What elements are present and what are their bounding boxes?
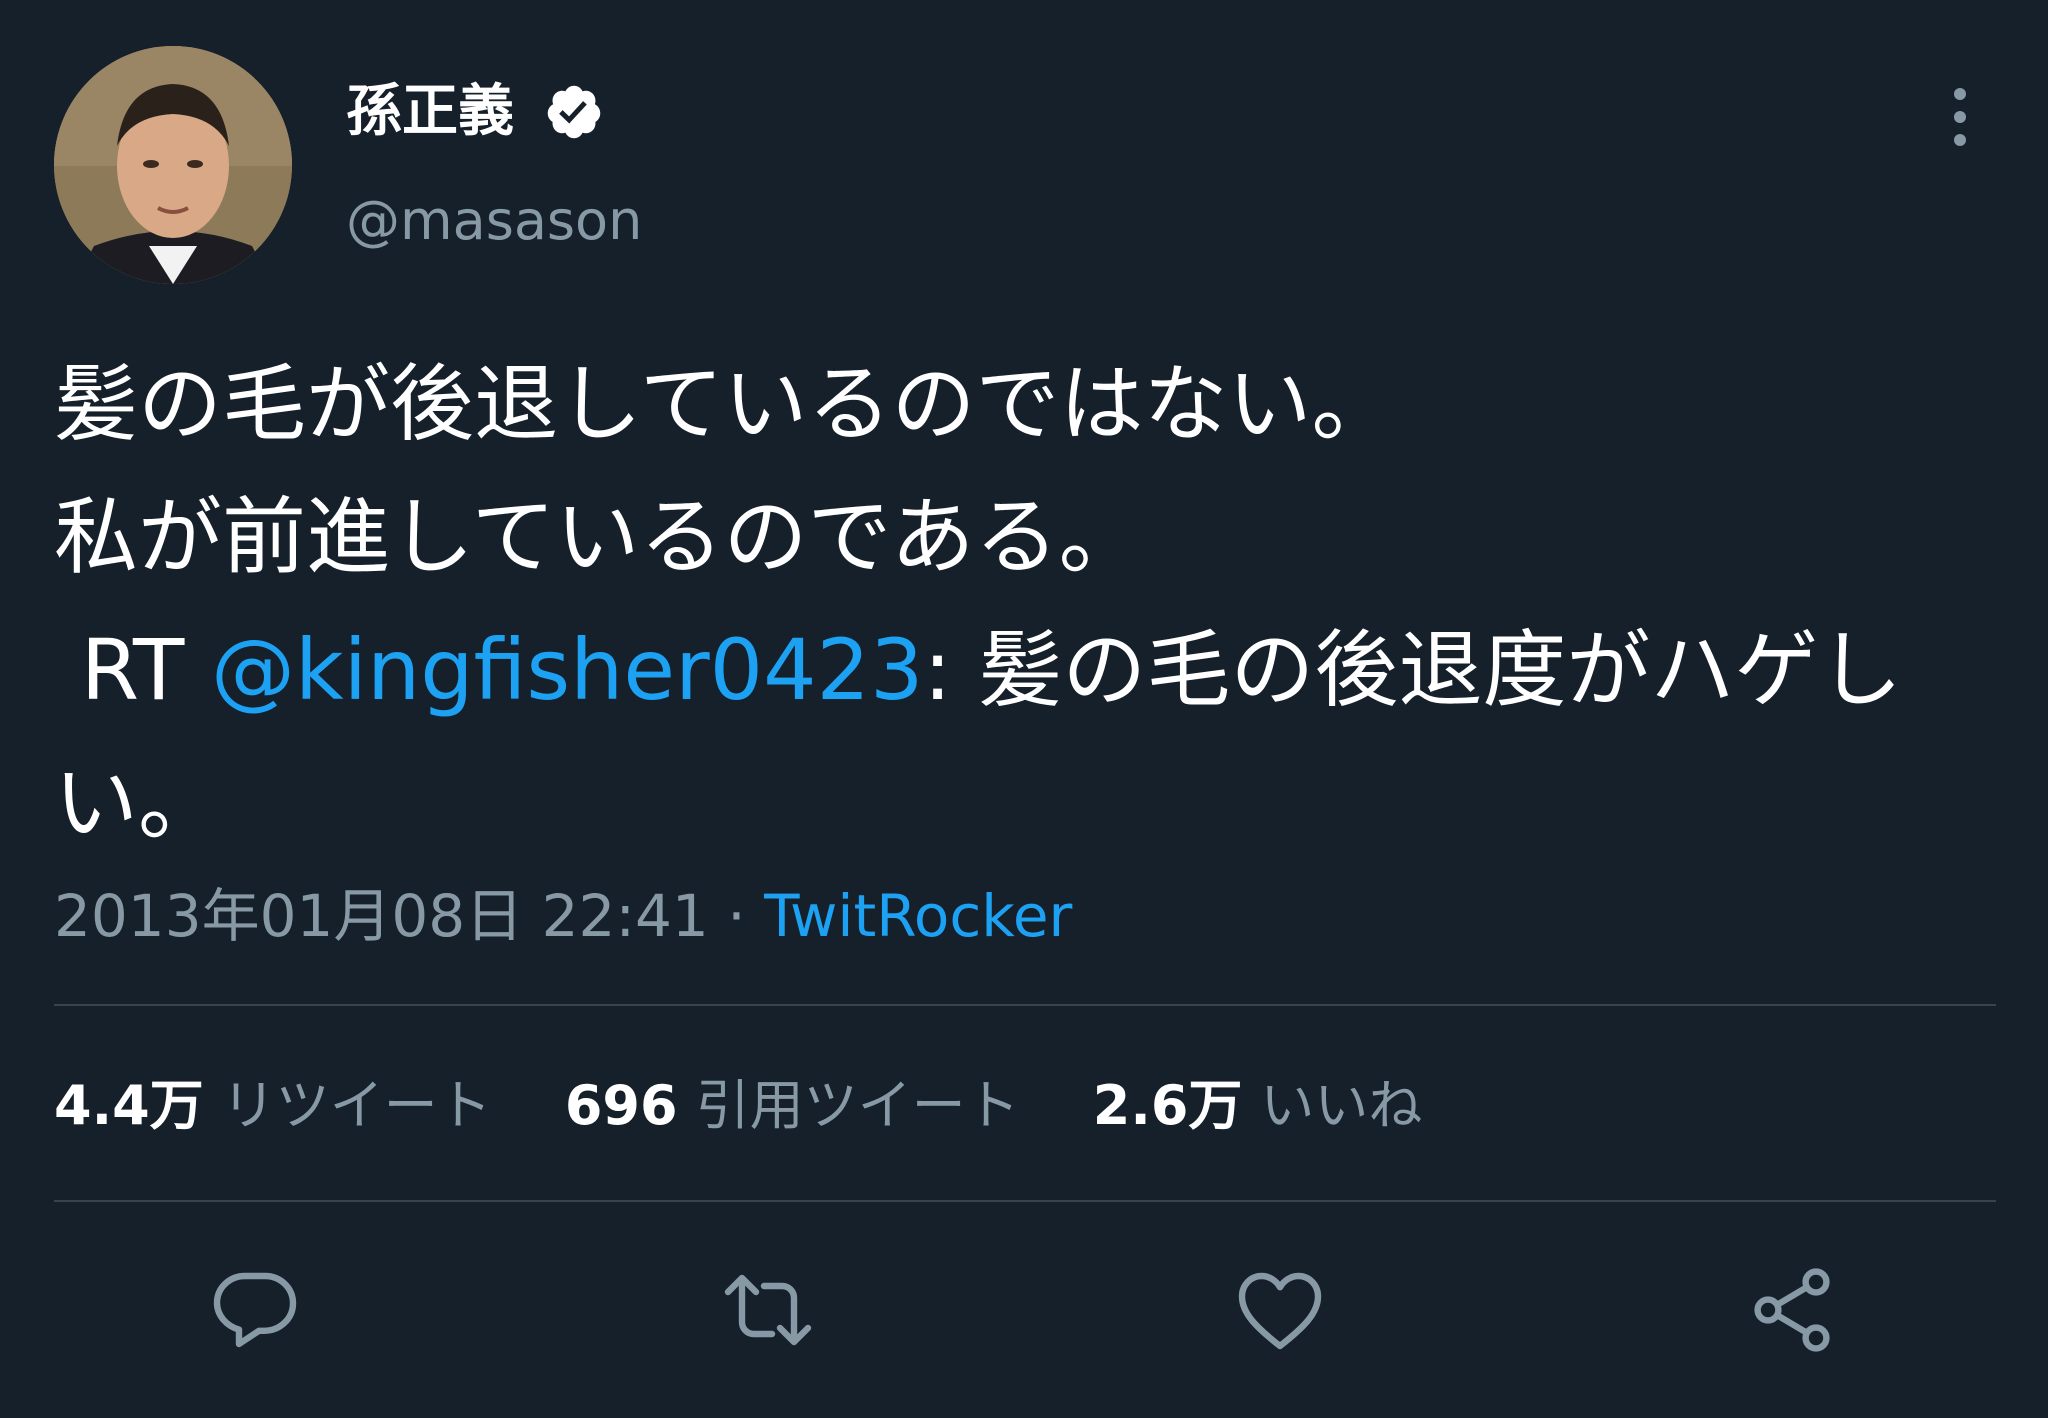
tweet-stats: 4.4万 リツイート 696 引用ツイート 2.6万 いいね — [54, 1066, 1478, 1146]
mention-link[interactable]: @kingfisher0423 — [211, 621, 923, 719]
avatar-image — [54, 46, 292, 284]
likes-count: 2.6万 — [1092, 1074, 1243, 1137]
share-icon — [1754, 1268, 1830, 1352]
timestamp[interactable]: 2013年01月08日 22:41 — [54, 882, 709, 950]
retweet-button[interactable] — [720, 1262, 816, 1358]
source-link[interactable]: TwitRocker — [764, 882, 1072, 950]
verified-badge-icon — [547, 85, 601, 139]
retweet-icon — [724, 1274, 812, 1346]
reply-icon — [213, 1272, 297, 1348]
retweets-count: 4.4万 — [54, 1074, 204, 1137]
divider — [54, 1200, 1996, 1202]
likes-label: いいね — [1260, 1074, 1423, 1137]
reply-button[interactable] — [207, 1262, 303, 1358]
tweet-line-1: 髪の毛が後退しているのではない。 — [54, 355, 1396, 453]
likes-stat[interactable]: 2.6万 いいね — [1093, 1066, 1423, 1146]
tweet-meta: 2013年01月08日 22:41 · TwitRocker — [54, 876, 1072, 956]
tweet-line-2: 私が前進しているのである。 — [54, 488, 1143, 586]
avatar[interactable] — [54, 46, 292, 284]
display-name[interactable]: 孫正義 — [346, 72, 514, 152]
retweets-label: リツイート — [221, 1074, 492, 1137]
tweet-detail: 孫正義 @masason 髪の毛が後退しているのではない。 私が前進しているので… — [0, 0, 2048, 1418]
like-button[interactable] — [1232, 1262, 1328, 1358]
share-button[interactable] — [1744, 1262, 1840, 1358]
meta-separator: · — [708, 882, 765, 950]
quotes-stat[interactable]: 696 引用ツイート — [565, 1066, 1020, 1146]
quotes-count: 696 — [564, 1074, 678, 1137]
rt-prefix: RT — [54, 621, 211, 719]
heart-icon — [1238, 1272, 1322, 1350]
retweets-stat[interactable]: 4.4万 リツイート — [54, 1066, 492, 1146]
handle[interactable]: @masason — [346, 186, 642, 256]
quotes-label: 引用ツイート — [695, 1074, 1020, 1137]
more-options-icon[interactable] — [1940, 82, 1980, 152]
tweet-text: 髪の毛が後退しているのではない。 私が前進しているのである。 RT @kingf… — [54, 338, 1954, 870]
divider — [54, 1004, 1996, 1006]
